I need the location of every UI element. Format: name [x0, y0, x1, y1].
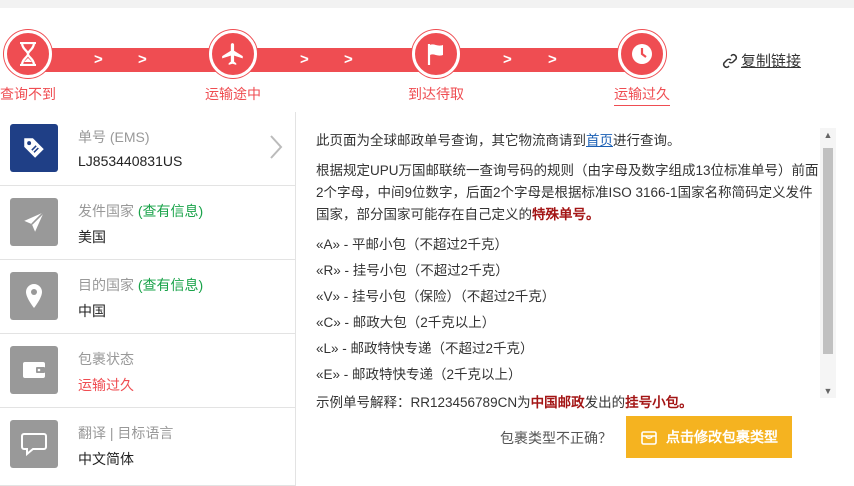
intro-text: 此页面为全球邮政单号查询，其它物流商请到 — [316, 133, 586, 148]
translate-row[interactable]: 翻译 | 目标语言 中文简体 — [0, 408, 296, 486]
scrollbar-thumb[interactable] — [823, 148, 833, 354]
destination-title-text: 目的国家 — [78, 277, 134, 293]
step-delayed: 运输过久 — [582, 30, 702, 106]
destination-country-row: 目的国家 (查有信息) 中国 — [0, 260, 296, 334]
tracking-number: LJ853440831US — [78, 153, 183, 169]
destination-title: 目的国家 (查有信息) — [78, 275, 203, 295]
special-number-text: 特殊单号。 — [532, 207, 600, 222]
chevron-right-icon: > — [344, 51, 353, 68]
flag-icon — [412, 30, 460, 78]
origin-country-row: 发件国家 (查有信息) 美国 — [0, 186, 296, 260]
copy-link-button[interactable]: 复制链接 — [722, 50, 801, 71]
send-icon — [10, 198, 58, 246]
rule-item: «A» - 平邮小包（不超过2千克） — [316, 237, 509, 252]
chevron-right-icon: > — [503, 51, 512, 68]
origin-check-link[interactable]: (查有信息) — [138, 203, 203, 219]
intro-paragraph: 此页面为全球邮政单号查询，其它物流商请到首页进行查询。 — [316, 130, 826, 152]
hourglass-icon — [4, 30, 52, 78]
rule-item: «R» - 挂号小包（不超过2千克） — [316, 263, 509, 278]
example-paragraph: 示例单号解释：RR123456789CN为中国邮政发出的挂号小包。 — [316, 392, 826, 414]
step-label: 查询不到 — [0, 86, 56, 102]
scroll-up-arrow-icon[interactable]: ▲ — [820, 128, 836, 142]
chevron-right-icon — [270, 135, 283, 159]
example-carrier: 中国邮政 — [530, 395, 585, 410]
intro-text-end: 进行查询。 — [613, 133, 681, 148]
step-not-found: 查询不到 — [0, 30, 88, 102]
rule-item: «C» - 邮政大包（2千克以上） — [316, 315, 496, 330]
step-in-transit: 运输途中 — [173, 30, 293, 102]
tracking-number-row[interactable]: 单号 (EMS) LJ853440831US — [0, 112, 296, 186]
rule-item: «L» - 邮政特快专递（不超过2千克） — [316, 341, 534, 356]
tracking-title: 单号 (EMS) — [78, 129, 150, 145]
destination-check-link[interactable]: (查有信息) — [138, 277, 203, 293]
translate-title: 翻译 | 目标语言 — [78, 425, 174, 441]
explanation-text: 此页面为全球邮政单号查询，其它物流商请到首页进行查询。 根据规定UPU万国邮联统… — [316, 130, 826, 422]
explanation-panel: 此页面为全球邮政单号查询，其它物流商请到首页进行查询。 根据规定UPU万国邮联统… — [296, 124, 836, 410]
tag-icon — [10, 124, 58, 172]
chevron-right-icon: > — [94, 51, 103, 68]
chevron-right-icon: > — [138, 51, 147, 68]
link-icon — [722, 53, 738, 68]
origin-country: 美国 — [78, 229, 106, 245]
target-language: 中文简体 — [78, 451, 134, 467]
package-icon — [641, 431, 657, 445]
destination-country: 中国 — [78, 303, 106, 319]
copy-link-label: 复制链接 — [741, 53, 802, 70]
chevron-right-icon: > — [300, 51, 309, 68]
location-pin-icon — [10, 272, 58, 320]
speech-bubble-icon — [10, 420, 58, 468]
step-label: 运输途中 — [205, 86, 261, 102]
example-text-mid: 发出的 — [584, 395, 626, 410]
wrong-type-question: 包裹类型不正确？ — [500, 430, 612, 446]
status-value: 运输过久 — [78, 377, 134, 393]
step-label: 运输过久 — [614, 86, 670, 106]
status-title: 包裹状态 — [78, 351, 134, 367]
modify-package-type-label: 点击修改包裹类型 — [666, 429, 778, 445]
package-status-row: 包裹状态 运输过久 — [0, 334, 296, 408]
chevron-right-icon: > — [548, 51, 557, 68]
step-label: 到达待取 — [408, 86, 464, 102]
wallet-icon — [10, 346, 58, 394]
rule-item: «E» - 邮政特快专递（2千克以上） — [316, 367, 522, 382]
info-panel: 单号 (EMS) LJ853440831US 发件国家 (查有信息) 美国 目的… — [0, 112, 296, 486]
scrollbar[interactable]: ▲ ▼ — [820, 128, 836, 398]
rule-item: «V» - 挂号小包（保险）（不超过2千克） — [316, 289, 556, 304]
step-arrived: 到达待取 — [376, 30, 496, 102]
modify-package-type-button[interactable]: 点击修改包裹类型 — [626, 416, 792, 458]
scroll-down-arrow-icon[interactable]: ▼ — [820, 384, 836, 398]
top-divider — [0, 0, 854, 8]
origin-title: 发件国家 (查有信息) — [78, 201, 203, 221]
example-type: 挂号小包。 — [625, 395, 693, 410]
homepage-link[interactable]: 首页 — [586, 133, 613, 148]
clock-icon — [618, 30, 666, 78]
origin-title-text: 发件国家 — [78, 203, 134, 219]
progress-tracker: > > > > > > 查询不到 运输途中 到达待取 运输过久 — [0, 8, 700, 108]
airplane-icon — [209, 30, 257, 78]
rule-paragraph: 根据规定UPU万国邮联统一查询号码的规则（由字母及数字组成13位标准单号）前面2… — [316, 160, 826, 226]
example-text: 示例单号解释：RR123456789CN为 — [316, 395, 531, 410]
